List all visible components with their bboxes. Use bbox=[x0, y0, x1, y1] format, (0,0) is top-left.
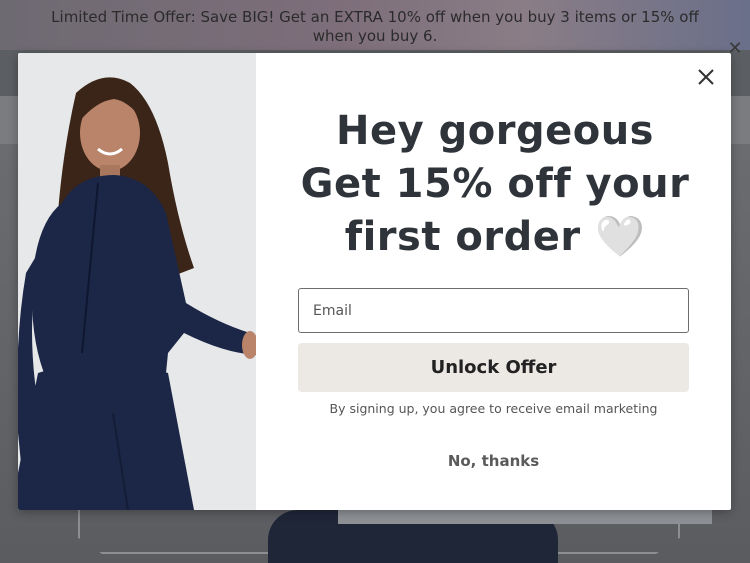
headline-line-3: first order 🤍 bbox=[344, 214, 646, 260]
email-input[interactable] bbox=[298, 288, 689, 333]
hero-card bbox=[338, 508, 712, 524]
announcement-bar: Limited Time Offer: Save BIG! Get an EXT… bbox=[0, 0, 750, 50]
close-icon[interactable] bbox=[694, 65, 718, 89]
signup-disclaimer: By signing up, you agree to receive emai… bbox=[329, 401, 658, 416]
unlock-offer-button[interactable]: Unlock Offer bbox=[298, 343, 689, 392]
headline-line-1: Hey gorgeous bbox=[336, 108, 654, 154]
modal-model-photo bbox=[18, 53, 258, 510]
modal-headline: Hey gorgeous Get 15% off your first orde… bbox=[276, 105, 714, 264]
signup-modal: Hey gorgeous Get 15% off your first orde… bbox=[18, 53, 731, 510]
headline-line-2: Get 15% off your bbox=[300, 161, 690, 207]
no-thanks-link[interactable]: No, thanks bbox=[398, 451, 589, 471]
announcement-text: Limited Time Offer: Save BIG! Get an EXT… bbox=[51, 8, 699, 45]
